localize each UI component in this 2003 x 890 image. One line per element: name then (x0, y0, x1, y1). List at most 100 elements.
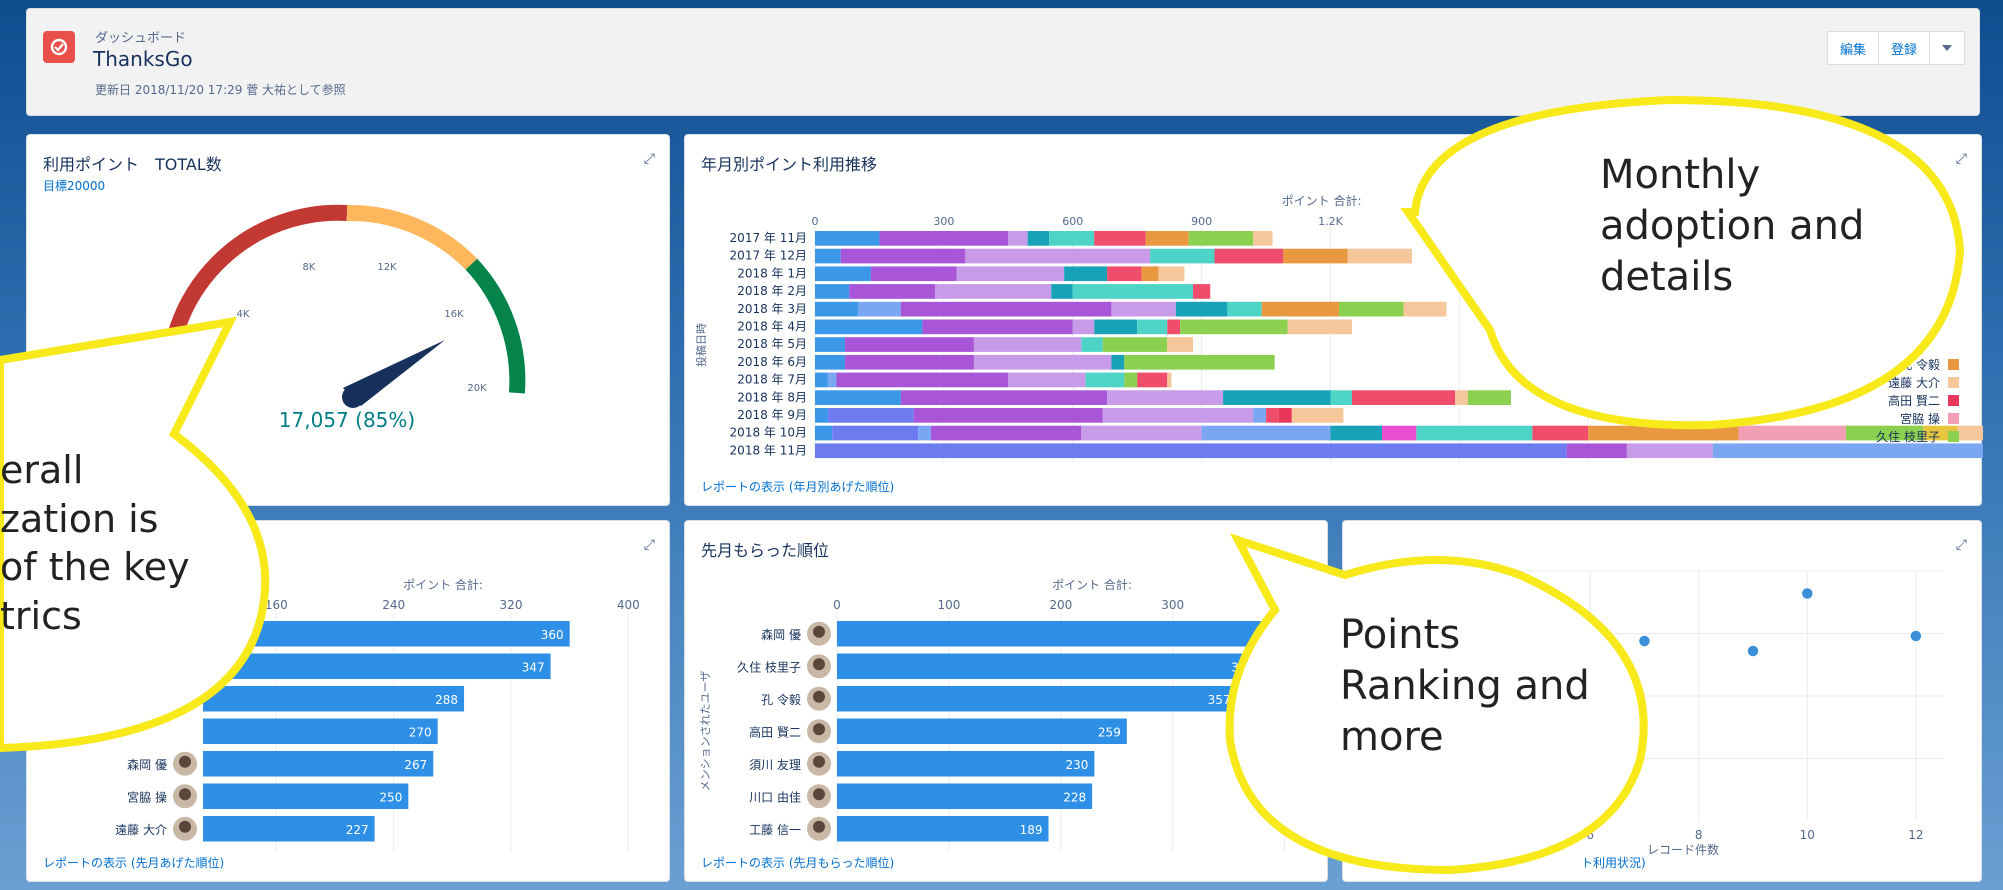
monthly-bar-segment[interactable] (815, 266, 871, 282)
monthly-bar-segment[interactable] (900, 390, 1108, 405)
monthly-bar-segment[interactable] (815, 354, 846, 370)
monthly-bar-segment[interactable] (1102, 408, 1254, 423)
monthly-bar-segment[interactable] (857, 301, 901, 317)
monthly-bar-segment[interactable] (1107, 390, 1224, 405)
monthly-bar-segment[interactable] (973, 354, 1112, 370)
monthly-bar-segment[interactable] (836, 372, 1009, 388)
monthly-bar-segment[interactable] (1175, 301, 1228, 317)
monthly-bar-segment[interactable] (1158, 266, 1185, 282)
bar[interactable] (837, 653, 1260, 680)
scatter-report-link[interactable]: ト利用状況) (1581, 854, 1646, 871)
monthly-bar-segment[interactable] (1167, 337, 1194, 352)
bar[interactable] (837, 621, 1306, 647)
scatter-point[interactable] (1637, 634, 1652, 648)
scatter-point[interactable] (1420, 584, 1435, 598)
monthly-bar-segment[interactable] (1008, 231, 1028, 246)
monthly-bar-segment[interactable] (1261, 301, 1340, 317)
monthly-bar-segment[interactable] (956, 266, 1065, 282)
monthly-bar-segment[interactable] (815, 425, 833, 441)
monthly-bar-segment[interactable] (849, 284, 936, 299)
monthly-bar-segment[interactable] (827, 408, 914, 423)
monthly-bar-segment[interactable] (1467, 390, 1511, 405)
monthly-bar-segment[interactable] (965, 248, 1151, 264)
given-rank-report-link[interactable]: レポートの表示 (先月あげた順位) (43, 854, 224, 871)
monthly-bar-segment[interactable] (815, 337, 846, 352)
monthly-bar-segment[interactable] (815, 301, 858, 317)
monthly-bar-segment[interactable] (1124, 354, 1275, 370)
monthly-legend-item[interactable]: 宮脇 操 (1789, 409, 1959, 427)
monthly-bar-segment[interactable] (1180, 319, 1288, 335)
monthly-bar-segment[interactable] (815, 248, 841, 264)
bar[interactable] (203, 718, 438, 745)
monthly-bar-segment[interactable] (1253, 231, 1273, 246)
monthly-bar-segment[interactable] (1094, 231, 1146, 246)
monthly-bar-segment[interactable] (815, 390, 901, 405)
monthly-bar-segment[interactable] (1330, 390, 1352, 405)
monthly-bar-segment[interactable] (1102, 337, 1168, 352)
bar[interactable] (203, 621, 570, 647)
monthly-bar-segment[interactable] (1008, 372, 1086, 388)
received-rank-report-link[interactable]: レポートの表示 (先月もらった順位) (701, 854, 894, 871)
monthly-bar-segment[interactable] (1188, 231, 1254, 246)
monthly-bar-segment[interactable] (815, 231, 880, 246)
monthly-bar-segment[interactable] (935, 284, 1052, 299)
scatter-point[interactable] (1746, 644, 1760, 658)
bar[interactable] (837, 718, 1127, 745)
monthly-bar-segment[interactable] (815, 284, 850, 299)
monthly-bar-segment[interactable] (1111, 354, 1125, 370)
monthly-bar-segment[interactable] (1455, 390, 1468, 405)
monthly-bar-segment[interactable] (1278, 408, 1292, 423)
monthly-bar-segment[interactable] (1957, 425, 1983, 441)
monthly-bar-segment[interactable] (1193, 284, 1211, 299)
monthly-bar-segment[interactable] (1291, 408, 1344, 423)
bar[interactable] (837, 783, 1093, 810)
monthly-bar-segment[interactable] (1347, 248, 1413, 264)
monthly-bar-segment[interactable] (1382, 425, 1417, 441)
monthly-bar-segment[interactable] (1167, 319, 1181, 335)
scatter-point[interactable] (1909, 629, 1923, 643)
monthly-bar-segment[interactable] (1566, 443, 1627, 459)
monthly-bar-segment[interactable] (1150, 248, 1215, 264)
monthly-bar-segment[interactable] (1072, 284, 1194, 299)
monthly-bar-segment[interactable] (1712, 443, 1983, 459)
monthly-legend-item[interactable]: 久住 枝里子 (1789, 427, 1959, 445)
monthly-report-link[interactable]: レポートの表示 (年月別あげた順位) (701, 478, 894, 495)
bar[interactable] (837, 686, 1237, 712)
monthly-bar-segment[interactable] (1266, 408, 1279, 423)
monthly-bar-segment[interactable] (918, 425, 931, 441)
monthly-bar-segment[interactable] (1403, 301, 1447, 317)
monthly-bar-segment[interactable] (1223, 390, 1331, 405)
scatter-point[interactable] (1800, 586, 1815, 601)
monthly-bar-segment[interactable] (1167, 372, 1172, 388)
monthly-bar-segment[interactable] (1201, 425, 1331, 441)
monthly-bar-segment[interactable] (1253, 408, 1267, 423)
bar[interactable] (837, 751, 1095, 777)
monthly-bar-segment[interactable] (1532, 425, 1589, 441)
monthly-bar-segment[interactable] (840, 248, 966, 264)
bar[interactable] (203, 751, 434, 777)
monthly-bar-segment[interactable] (827, 372, 837, 388)
monthly-bar-segment[interactable] (1351, 390, 1456, 405)
bar[interactable] (837, 816, 1049, 842)
monthly-bar-segment[interactable] (1145, 231, 1189, 246)
monthly-bar-segment[interactable] (922, 319, 1073, 335)
edit-button[interactable]: 編集 (1826, 31, 1879, 65)
monthly-bar-segment[interactable] (845, 337, 974, 352)
monthly-bar-segment[interactable] (1081, 425, 1202, 441)
bar[interactable] (203, 783, 409, 810)
bar[interactable] (203, 686, 465, 712)
monthly-bar-segment[interactable] (1049, 231, 1095, 246)
monthly-bar-segment[interactable] (1214, 248, 1284, 264)
monthly-bar-segment[interactable] (845, 354, 974, 370)
monthly-legend-item[interactable]: 遠藤 大介 (1789, 373, 1959, 391)
monthly-bar-segment[interactable] (1085, 372, 1125, 388)
monthly-legend-item[interactable]: 孔 令毅 (1789, 355, 1959, 373)
monthly-bar-segment[interactable] (1588, 425, 1739, 441)
monthly-bar-segment[interactable] (1330, 425, 1383, 441)
monthly-bar-segment[interactable] (1111, 301, 1176, 317)
monthly-bar-segment[interactable] (900, 301, 1112, 317)
monthly-bar-segment[interactable] (815, 319, 923, 335)
monthly-bar-segment[interactable] (1227, 301, 1262, 317)
monthly-bar-segment[interactable] (1064, 266, 1108, 282)
monthly-bar-segment[interactable] (1051, 284, 1073, 299)
